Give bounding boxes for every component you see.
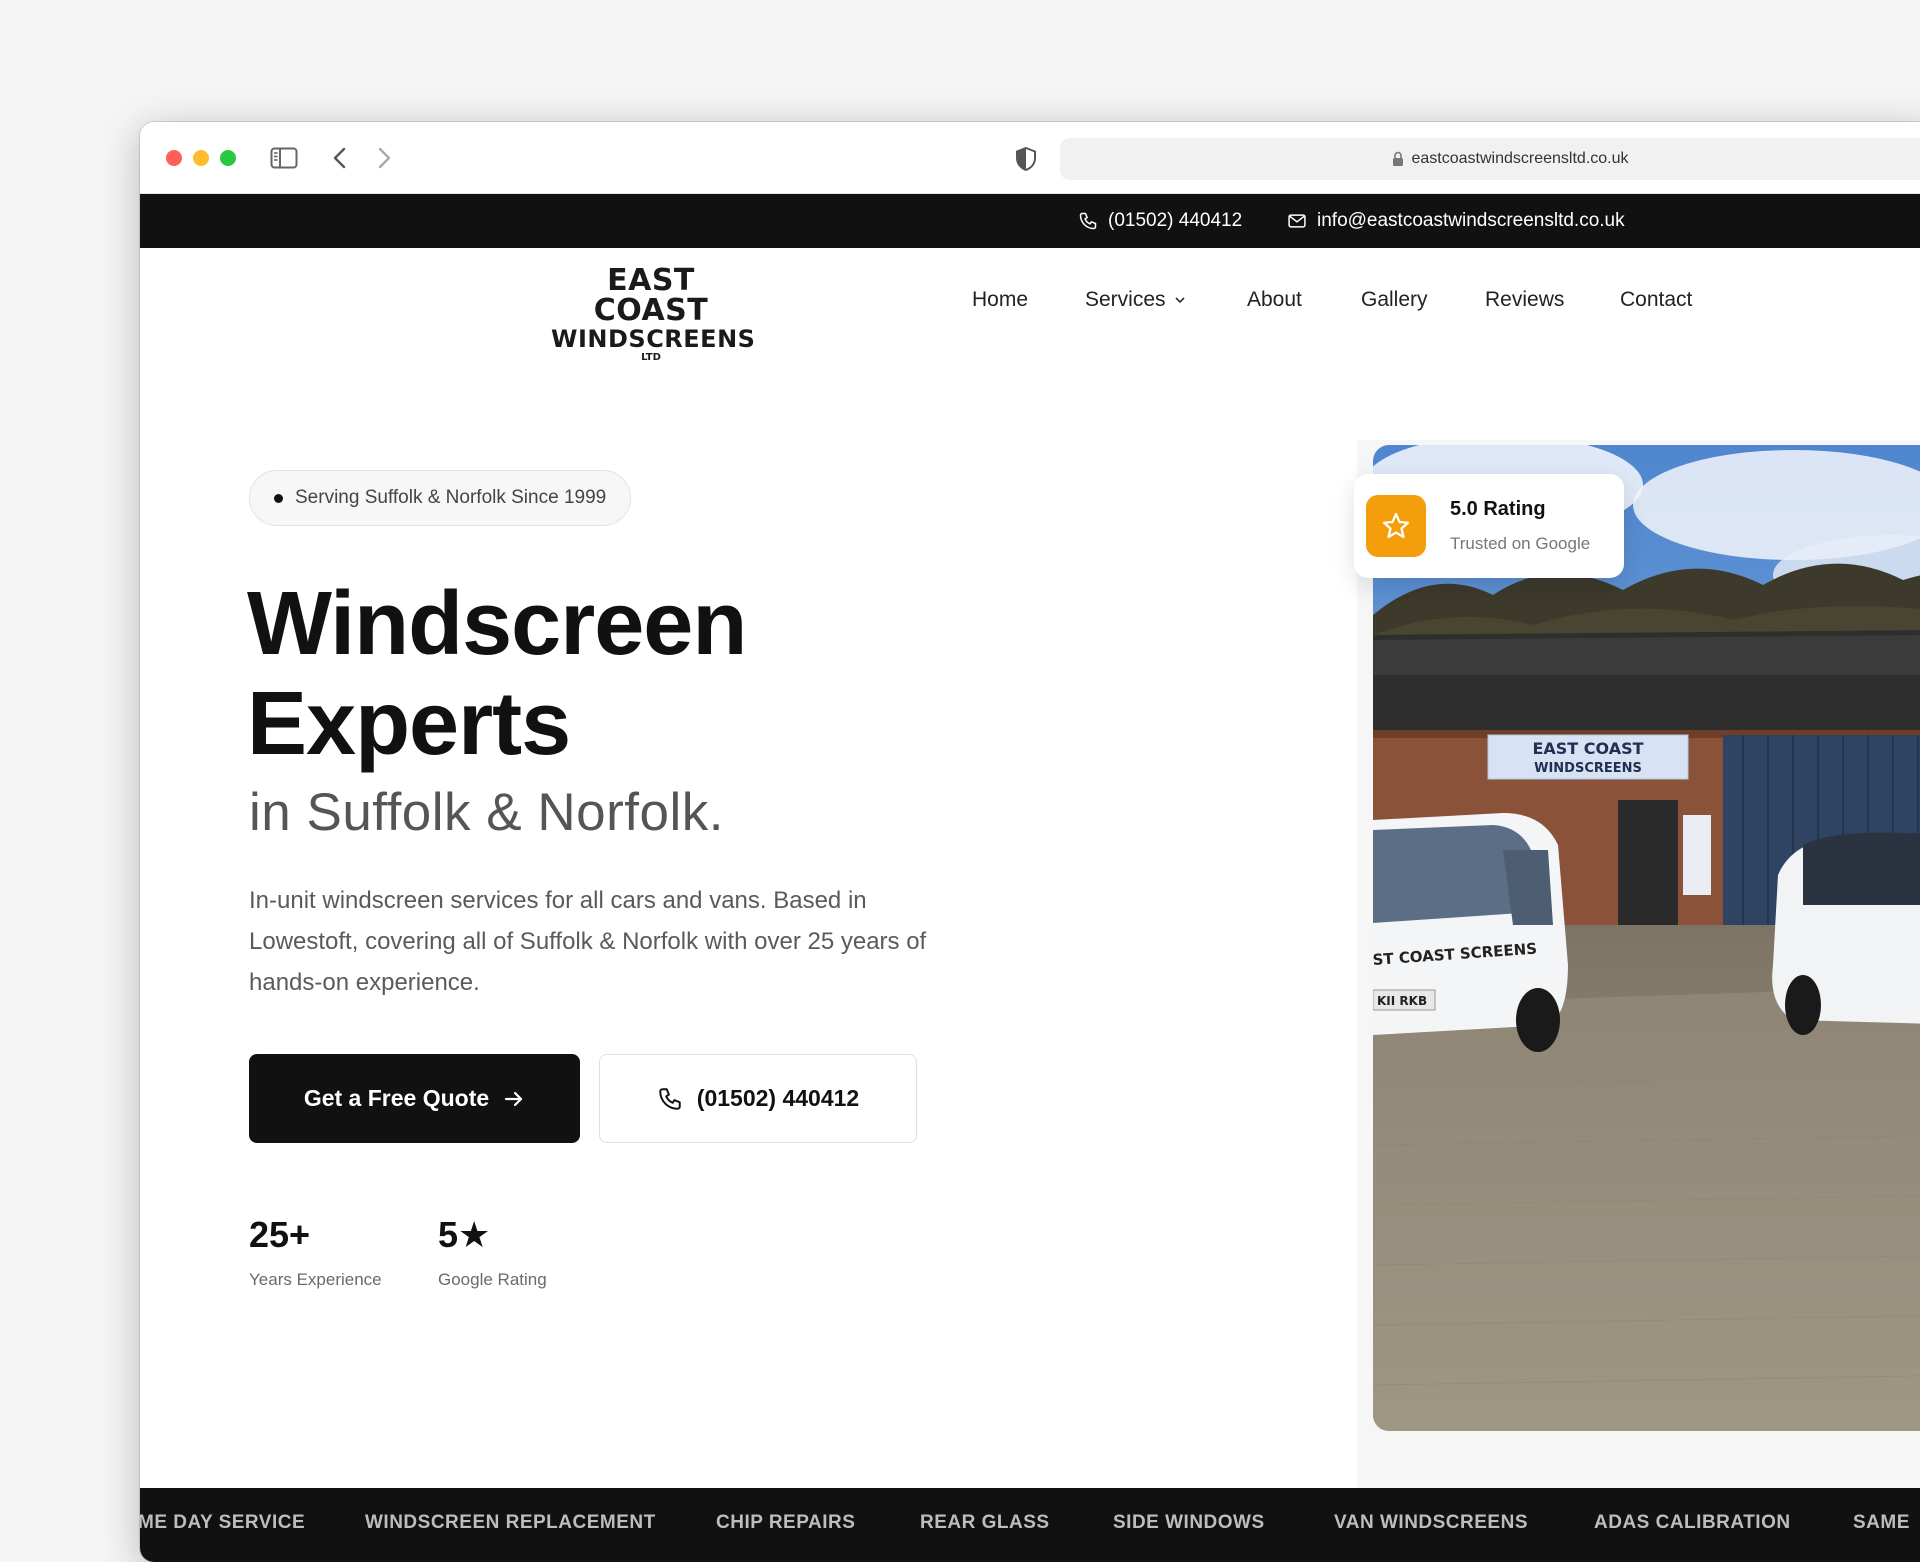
- close-window-button[interactable]: [166, 150, 182, 166]
- hero-photo: EAST COAST WINDSCREENS ST COAST SCREENS: [1373, 445, 1920, 1431]
- site-header: EAST COAST WINDSCREENS LTD Home Services…: [140, 248, 1920, 363]
- topbar-phone-text: (01502) 440412: [1108, 210, 1243, 231]
- rating-subtitle: Trusted on Google: [1450, 534, 1591, 553]
- get-quote-button[interactable]: Get a Free Quote: [249, 1054, 580, 1143]
- marquee-item: WINDSCREEN REPLACEMENT: [365, 1512, 656, 1533]
- phone-icon: [659, 1087, 681, 1110]
- since-badge: Serving Suffolk & Norfolk Since 1999: [249, 470, 632, 526]
- marquee-item: CHIP REPAIRS: [716, 1512, 856, 1533]
- van-plate: KII RKB: [1377, 994, 1427, 1008]
- marquee-item: ME DAY SERVICE: [140, 1512, 306, 1533]
- zoom-window-button[interactable]: [220, 150, 236, 166]
- badge-dot: [274, 493, 283, 503]
- marquee-item: SAME: [1853, 1512, 1910, 1533]
- topbar-email-link[interactable]: info@eastcoastwindscreensltd.co.uk: [1287, 194, 1625, 248]
- badge-text: Serving Suffolk & Norfolk Since 1999: [295, 487, 607, 508]
- arrow-right-icon: [505, 1091, 523, 1106]
- google-rating-card: 5.0 Rating Trusted on Google: [1354, 474, 1624, 578]
- stat-label: Years Experience: [249, 1270, 382, 1289]
- privacy-shield-icon[interactable]: [1014, 146, 1038, 172]
- mail-icon: [1288, 214, 1306, 228]
- call-phone-label: (01502) 440412: [696, 1085, 860, 1111]
- chevron-down-icon: [1174, 297, 1185, 304]
- topbar-email-text: info@eastcoastwindscreensltd.co.uk: [1317, 210, 1625, 231]
- contact-bar: (01502) 440412 info@eastcoastwindscreens…: [140, 194, 1920, 248]
- address-bar[interactable]: eastcoastwindscreensltd.co.uk: [1060, 138, 1920, 180]
- forward-arrow-icon[interactable]: [372, 145, 396, 171]
- get-quote-label: Get a Free Quote: [303, 1085, 490, 1111]
- stat-label: Google Rating: [438, 1270, 547, 1289]
- stat-rating: 5★ Google Rating: [438, 1214, 547, 1290]
- star-icon: [1382, 512, 1410, 539]
- rating-title: 5.0 Rating: [1450, 498, 1546, 520]
- hero-description: In-unit windscreen services for all cars…: [249, 887, 927, 996]
- sign-line1: EAST COAST: [1532, 739, 1643, 758]
- marquee-item: SIDE WINDOWS: [1113, 1512, 1265, 1533]
- browser-window: eastcoastwindscreensltd.co.uk (01502) 44…: [140, 122, 1920, 1562]
- company-logo[interactable]: EAST COAST WINDSCREENS LTD: [551, 266, 755, 363]
- call-phone-button[interactable]: (01502) 440412: [599, 1054, 917, 1143]
- back-arrow-icon[interactable]: [328, 145, 352, 171]
- premises-photo-illustration: EAST COAST WINDSCREENS ST COAST SCREENS: [1373, 445, 1920, 1431]
- rating-icon-tile: [1366, 495, 1426, 557]
- stat-value: 5★: [438, 1214, 491, 1255]
- marquee-item: ADAS CALIBRATION: [1594, 1512, 1791, 1533]
- nav-home[interactable]: Home: [972, 288, 1028, 312]
- stat-value: 25+: [249, 1214, 311, 1255]
- hero-title-line1: Windscreen: [247, 574, 747, 674]
- nav-reviews[interactable]: Reviews: [1485, 288, 1564, 312]
- marquee-item: VAN WINDSCREENS: [1334, 1512, 1528, 1533]
- nav-gallery[interactable]: Gallery: [1361, 288, 1428, 312]
- marquee-item: REAR GLASS: [920, 1512, 1050, 1533]
- minimize-window-button[interactable]: [193, 150, 209, 166]
- services-marquee: ME DAY SERVICE WINDSCREEN REPLACEMENT CH…: [140, 1488, 1920, 1562]
- topbar-phone-link[interactable]: (01502) 440412: [1078, 194, 1242, 248]
- nav-services-label: Services: [1085, 288, 1166, 311]
- nav-about[interactable]: About: [1247, 288, 1302, 312]
- stat-experience: 25+ Years Experience: [249, 1214, 382, 1290]
- nav-services[interactable]: Services: [1085, 288, 1186, 312]
- hero-title-line2: Experts: [247, 674, 571, 774]
- phone-icon: [1079, 212, 1097, 230]
- hero-subtitle: in Suffolk & Norfolk.: [249, 783, 724, 842]
- url-text: eastcoastwindscreensltd.co.uk: [1411, 150, 1629, 167]
- browser-toolbar: eastcoastwindscreensltd.co.uk: [140, 122, 1920, 194]
- nav-contact[interactable]: Contact: [1620, 288, 1692, 312]
- hero-title: Windscreen Experts: [247, 574, 747, 774]
- sign-line2: WINDSCREENS: [1534, 761, 1642, 776]
- lock-icon: [1392, 151, 1403, 166]
- sidebar-toggle-icon[interactable]: [270, 147, 298, 169]
